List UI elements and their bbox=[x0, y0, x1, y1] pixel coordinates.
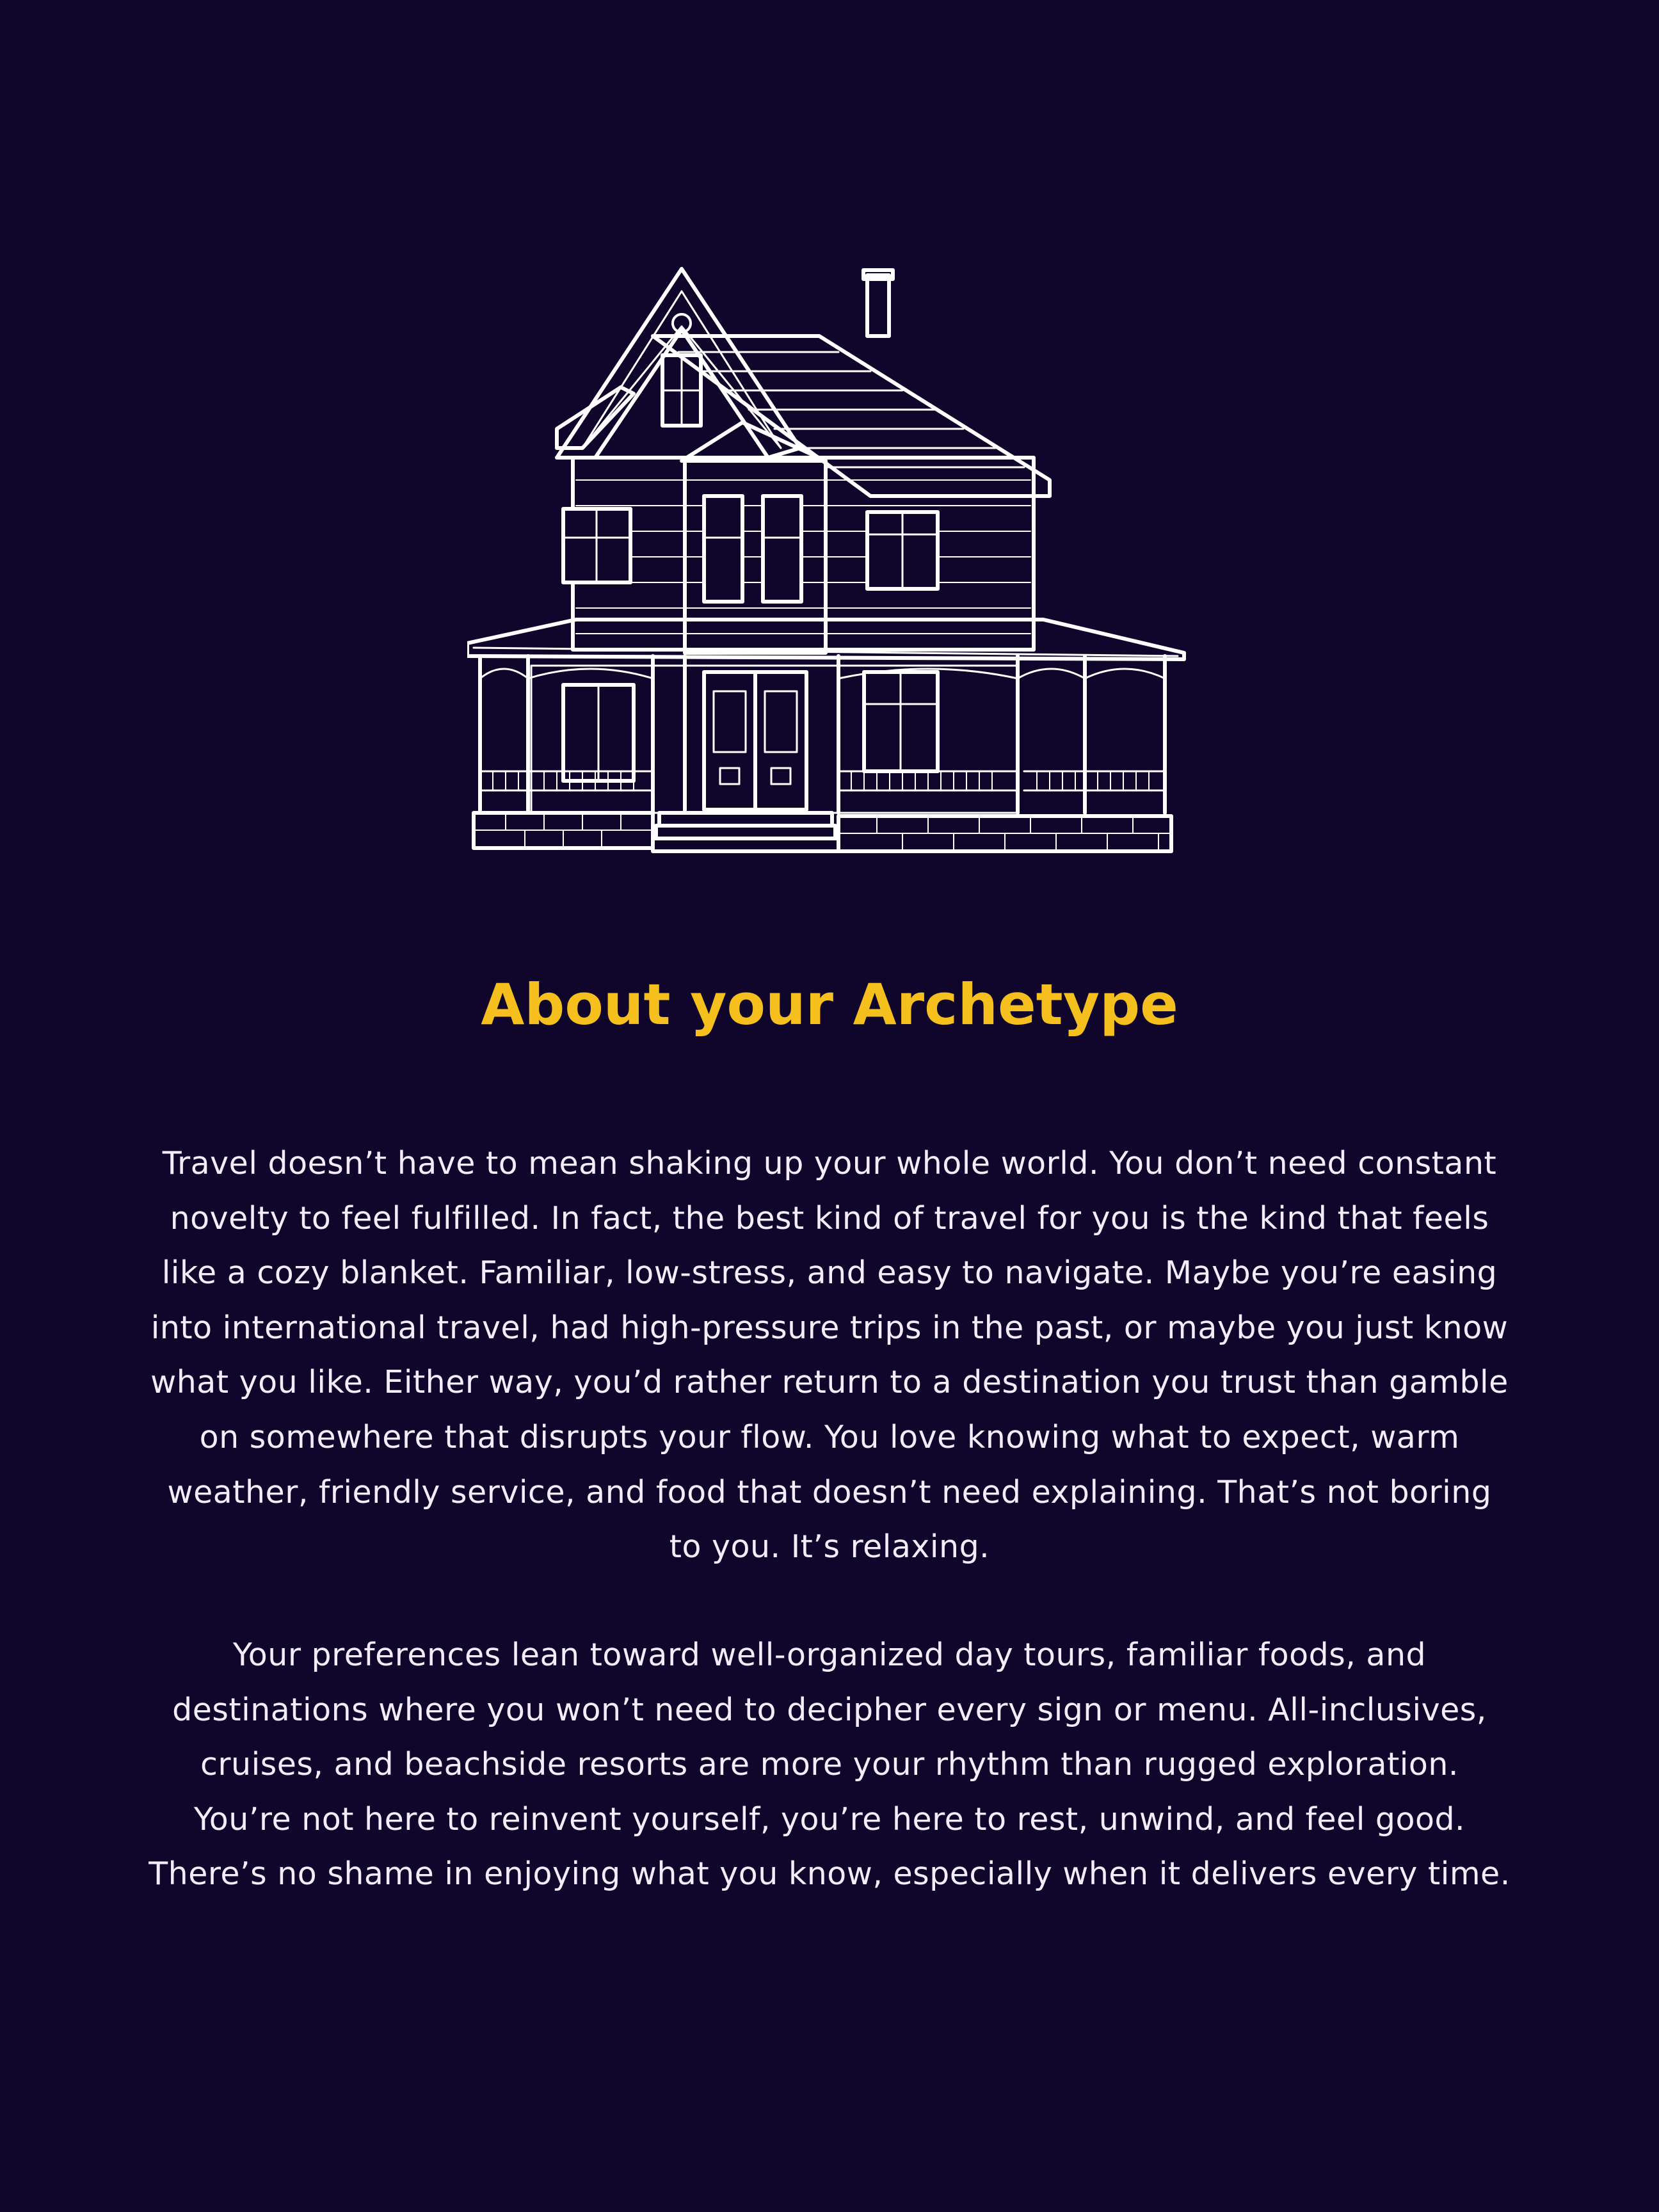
paragraph-preferences: Your preferences lean toward well-organi… bbox=[148, 1637, 1511, 1893]
paragraph-intro: Travel doesn’t have to mean shaking up y… bbox=[150, 1145, 1509, 1566]
archetype-page: About your Archetype Travel doesn’t have… bbox=[0, 0, 1659, 2212]
page-title: About your Archetype bbox=[481, 972, 1178, 1038]
victorian-house-icon bbox=[467, 267, 1186, 853]
